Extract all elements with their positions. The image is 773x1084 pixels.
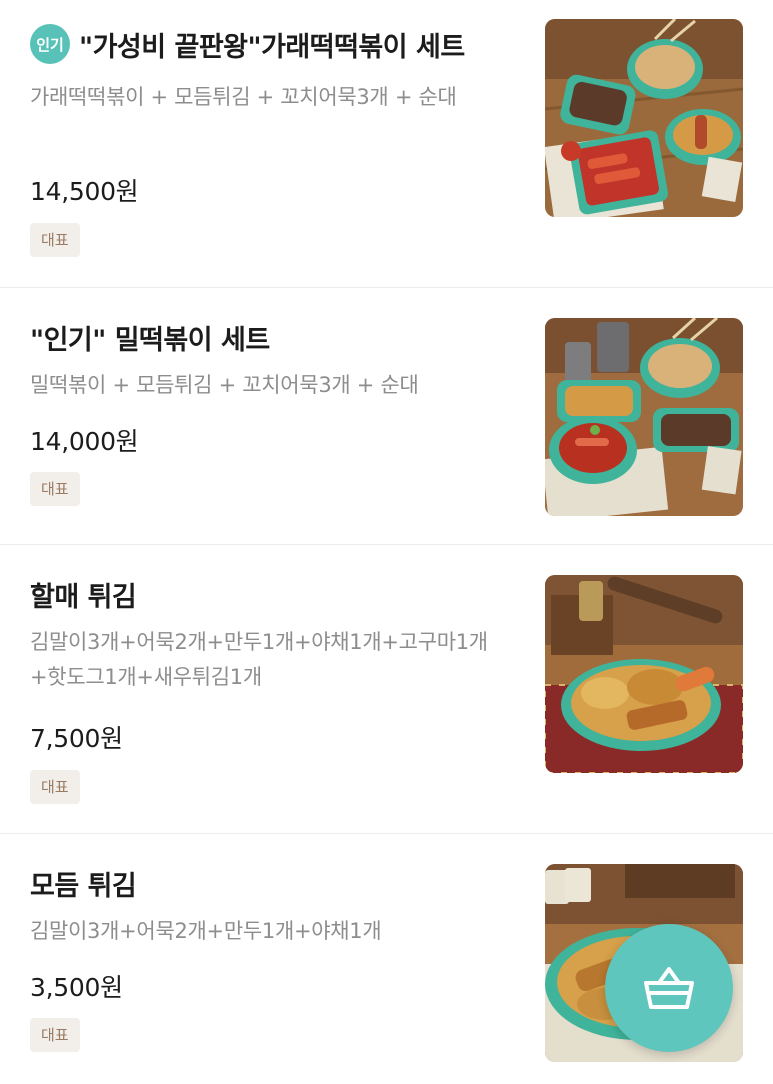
menu-item-description: 밀떡볶이 + 모듬튀김 + 꼬치어묵3개 + 순대 <box>30 373 419 397</box>
menu-item-title: "가성비 끝판왕"가래떡떡볶이 세트 <box>79 31 465 63</box>
food-photo-milttok-set <box>545 318 743 516</box>
menu-item-price: 7,500원 <box>30 724 123 753</box>
representative-tag: 대표 <box>30 770 80 804</box>
menu-item-title: 모듬 튀김 <box>30 871 137 902</box>
menu-item-photo[interactable] <box>545 318 743 516</box>
representative-tag: 대표 <box>30 223 80 257</box>
food-photo-garaetteok-set <box>545 19 743 217</box>
menu-item-description: 김말이3개+어묵2개+만두1개+야채1개+고구마1개+핫도그1개+새우튀김1개 <box>30 630 488 689</box>
representative-tag: 대표 <box>30 472 80 506</box>
shopping-basket-icon <box>644 967 694 1009</box>
menu-item-halmae-twigim[interactable]: 할매 튀김 김말이3개+어묵2개+만두1개+야채1개+고구마1개+핫도그1개+새… <box>0 545 773 833</box>
food-photo-halmae-twigim <box>545 575 743 773</box>
popular-badge: 인기 <box>30 24 70 64</box>
menu-item-title: 할매 튀김 <box>30 582 137 613</box>
menu-item-title: "인기" 밀떡볶이 세트 <box>30 325 270 356</box>
menu-item-price: 14,500원 <box>30 177 139 206</box>
representative-tag: 대표 <box>30 1018 80 1052</box>
cart-button[interactable] <box>605 924 733 1052</box>
menu-item-title-row: 모듬 튀김 <box>30 864 137 903</box>
menu-item-photo[interactable] <box>545 19 743 217</box>
menu-item-garaetteok-set[interactable]: 인기 "가성비 끝판왕"가래떡떡볶이 세트 가래떡떡볶이 + 모듬튀김 + 꼬치… <box>0 0 773 287</box>
menu-item-title-row: 인기 "가성비 끝판왕"가래떡떡볶이 세트 <box>30 24 465 64</box>
menu-item-photo[interactable] <box>545 575 743 773</box>
menu-item-title-row: 할매 튀김 <box>30 575 137 614</box>
menu-item-price: 3,500원 <box>30 973 123 1002</box>
menu-item-description: 가래떡떡볶이 + 모듬튀김 + 꼬치어묵3개 + 순대 <box>30 85 457 109</box>
menu-item-milttok-set[interactable]: "인기" 밀떡볶이 세트 밀떡볶이 + 모듬튀김 + 꼬치어묵3개 + 순대 1… <box>0 288 773 544</box>
menu-item-title-row: "인기" 밀떡볶이 세트 <box>30 318 270 357</box>
menu-item-price: 14,000원 <box>30 427 139 456</box>
menu-item-description: 김말이3개+어묵2개+만두1개+야채1개 <box>30 919 382 943</box>
